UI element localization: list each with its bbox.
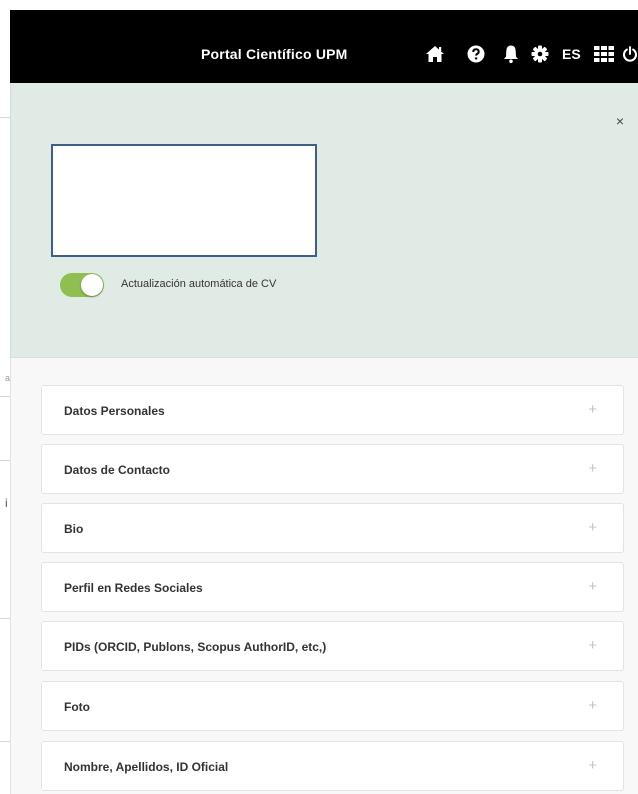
accordion-datos-contacto[interactable]: Datos de Contacto + [41, 444, 624, 494]
accordion-foto[interactable]: Foto + [41, 681, 624, 731]
accordion-redes-sociales[interactable]: Perfil en Redes Sociales + [41, 562, 624, 612]
expand-plus-icon[interactable]: + [588, 637, 597, 654]
accordion-nombre-apellidos[interactable]: Nombre, Apellidos, ID Oficial + [41, 741, 624, 791]
help-icon[interactable] [466, 43, 486, 65]
power-icon[interactable] [622, 43, 638, 65]
home-icon[interactable] [425, 43, 445, 65]
apps-grid-icon[interactable] [594, 43, 614, 65]
accordion-pids[interactable]: PIDs (ORCID, Publons, Scopus AuthorID, e… [41, 621, 624, 671]
auto-update-cv-label: Actualización automática de CV [121, 278, 277, 290]
accordion-title: Nombre, Apellidos, ID Oficial [64, 760, 229, 774]
language-selector[interactable]: ES [562, 46, 581, 62]
divider [0, 741, 10, 742]
background-page-edge: a i [0, 83, 10, 794]
accordion-title: Datos Personales [64, 404, 165, 418]
toggle-knob [81, 274, 103, 296]
accordion-title: Bio [64, 522, 84, 536]
divider [0, 117, 10, 118]
close-icon[interactable]: × [616, 113, 624, 129]
bell-icon[interactable] [501, 43, 521, 65]
profile-photo-placeholder [51, 144, 317, 257]
accordion-datos-personales[interactable]: Datos Personales + [41, 385, 624, 435]
cv-panel-header: × Actualización automática de CV [10, 83, 638, 357]
divider [0, 618, 10, 619]
accordion-title: Foto [64, 700, 90, 714]
divider [0, 460, 10, 461]
auto-update-cv-toggle[interactable] [60, 273, 104, 297]
expand-plus-icon[interactable]: + [588, 460, 597, 477]
divider [0, 396, 10, 397]
background-text-fragment: i [5, 496, 8, 510]
expand-plus-icon[interactable]: + [588, 757, 597, 774]
gear-icon[interactable] [530, 43, 550, 65]
accordion-title: PIDs (ORCID, Publons, Scopus AuthorID, e… [64, 640, 327, 654]
accordion-bio[interactable]: Bio + [41, 503, 624, 553]
accordion-title: Datos de Contacto [64, 463, 171, 477]
accordion-title: Perfil en Redes Sociales [64, 581, 203, 595]
top-navigation-bar: Portal Científico UPM ES [10, 10, 638, 83]
expand-plus-icon[interactable]: + [588, 578, 597, 595]
expand-plus-icon[interactable]: + [588, 697, 597, 714]
expand-plus-icon[interactable]: + [588, 519, 597, 536]
portal-title-link[interactable]: Portal Científico UPM [201, 46, 348, 62]
expand-plus-icon[interactable]: + [588, 401, 597, 418]
